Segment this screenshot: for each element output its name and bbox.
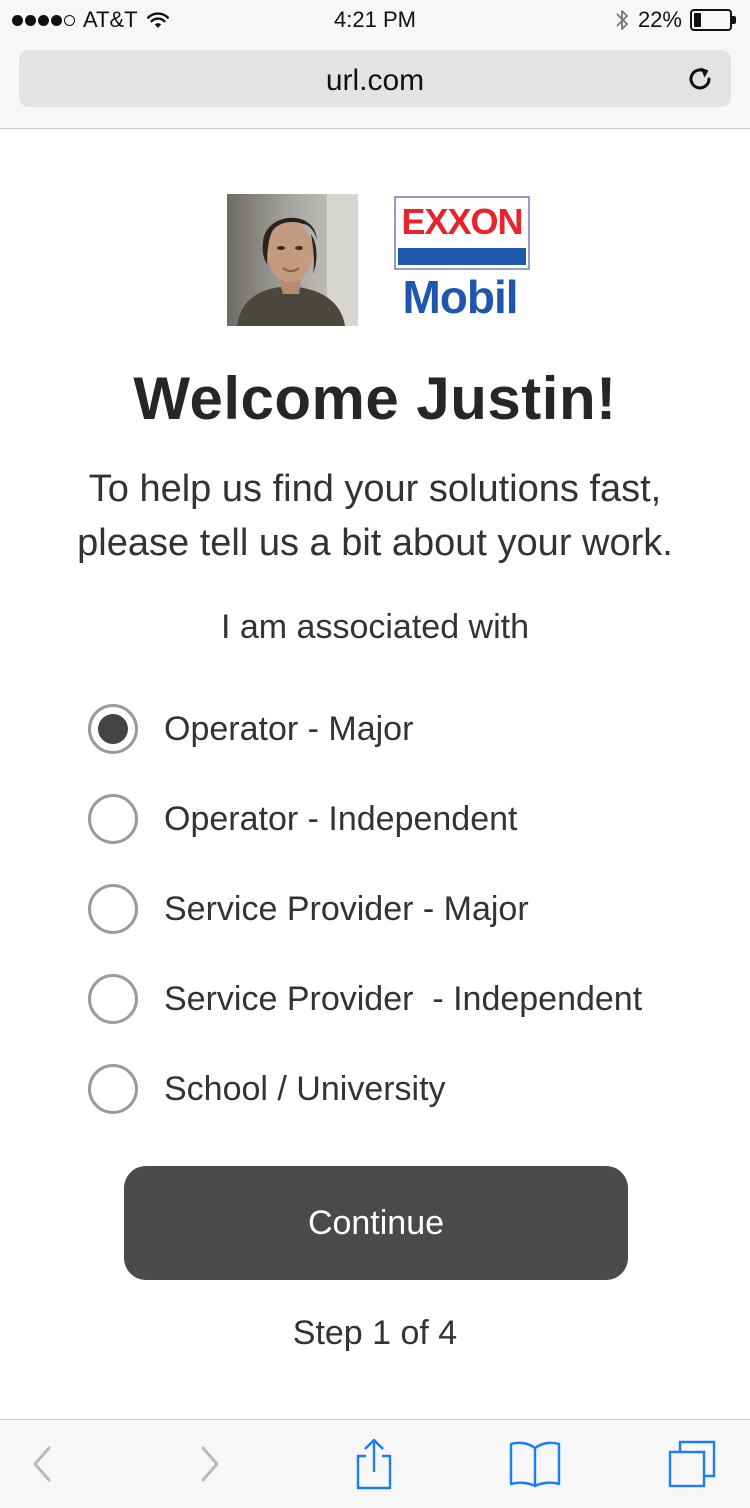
tabs-button[interactable]: [664, 1436, 720, 1492]
option-service-provider-independent[interactable]: Service Provider - Independent: [88, 974, 728, 1024]
radio-button[interactable]: [88, 974, 138, 1024]
bookmarks-icon[interactable]: [507, 1440, 563, 1488]
browser-toolbar: [0, 1419, 750, 1508]
option-label[interactable]: Service Provider - Major: [164, 890, 529, 929]
option-service-provider-major[interactable]: Service Provider - Major: [88, 884, 728, 934]
tabs-icon[interactable]: [666, 1438, 718, 1490]
radio-button[interactable]: [88, 704, 138, 754]
radio-button[interactable]: [88, 794, 138, 844]
option-operator-independent[interactable]: Operator - Independent: [88, 794, 728, 844]
option-label[interactable]: Service Provider - Independent: [164, 980, 642, 1019]
page-title: Welcome Justin!: [133, 365, 617, 432]
avatar-photo: [227, 194, 358, 326]
address-bar[interactable]: url.com: [19, 50, 731, 107]
share-icon[interactable]: [352, 1436, 396, 1492]
intro-line-1: To help us find your solutions fast,: [88, 468, 662, 510]
forward-button[interactable]: [182, 1436, 238, 1492]
intro-line-2: please tell us a bit about your work.: [77, 522, 673, 564]
option-operator-major[interactable]: Operator - Major: [88, 704, 728, 754]
battery-icon: [690, 9, 736, 31]
exxon-mobil-logo: EXXON Mobil: [394, 196, 530, 317]
reload-icon[interactable]: [685, 64, 715, 94]
back-icon[interactable]: [27, 1442, 57, 1486]
browser-top-bar: url.com: [0, 40, 750, 129]
svg-text:Mobil: Mobil: [402, 271, 517, 317]
option-label[interactable]: Operator - Major: [164, 710, 413, 749]
option-label[interactable]: School / University: [164, 1070, 446, 1109]
url-text[interactable]: url.com: [19, 64, 731, 98]
continue-button[interactable]: Continue: [124, 1166, 628, 1280]
option-school-university[interactable]: School / University: [88, 1064, 728, 1114]
radio-button[interactable]: [88, 884, 138, 934]
forward-icon[interactable]: [195, 1442, 225, 1486]
status-bar: AT&T 4:21 PM 22%: [0, 0, 750, 40]
bluetooth-icon: [616, 10, 628, 30]
share-button[interactable]: [346, 1436, 402, 1492]
radio-selected-dot: [98, 714, 128, 744]
status-right: 22%: [614, 7, 736, 33]
intro-text: To help us find your solutions fast, ple…: [40, 462, 710, 570]
step-indicator: Step 1 of 4: [292, 1314, 458, 1352]
option-label[interactable]: Operator - Independent: [164, 800, 517, 839]
association-label: I am associated with: [220, 608, 530, 646]
avatar: [227, 194, 358, 326]
svg-text:EXXON: EXXON: [401, 201, 522, 242]
back-button[interactable]: [14, 1436, 70, 1492]
battery-percent: 22%: [637, 7, 682, 32]
radio-button[interactable]: [88, 1064, 138, 1114]
bookmarks-button[interactable]: [504, 1436, 566, 1492]
